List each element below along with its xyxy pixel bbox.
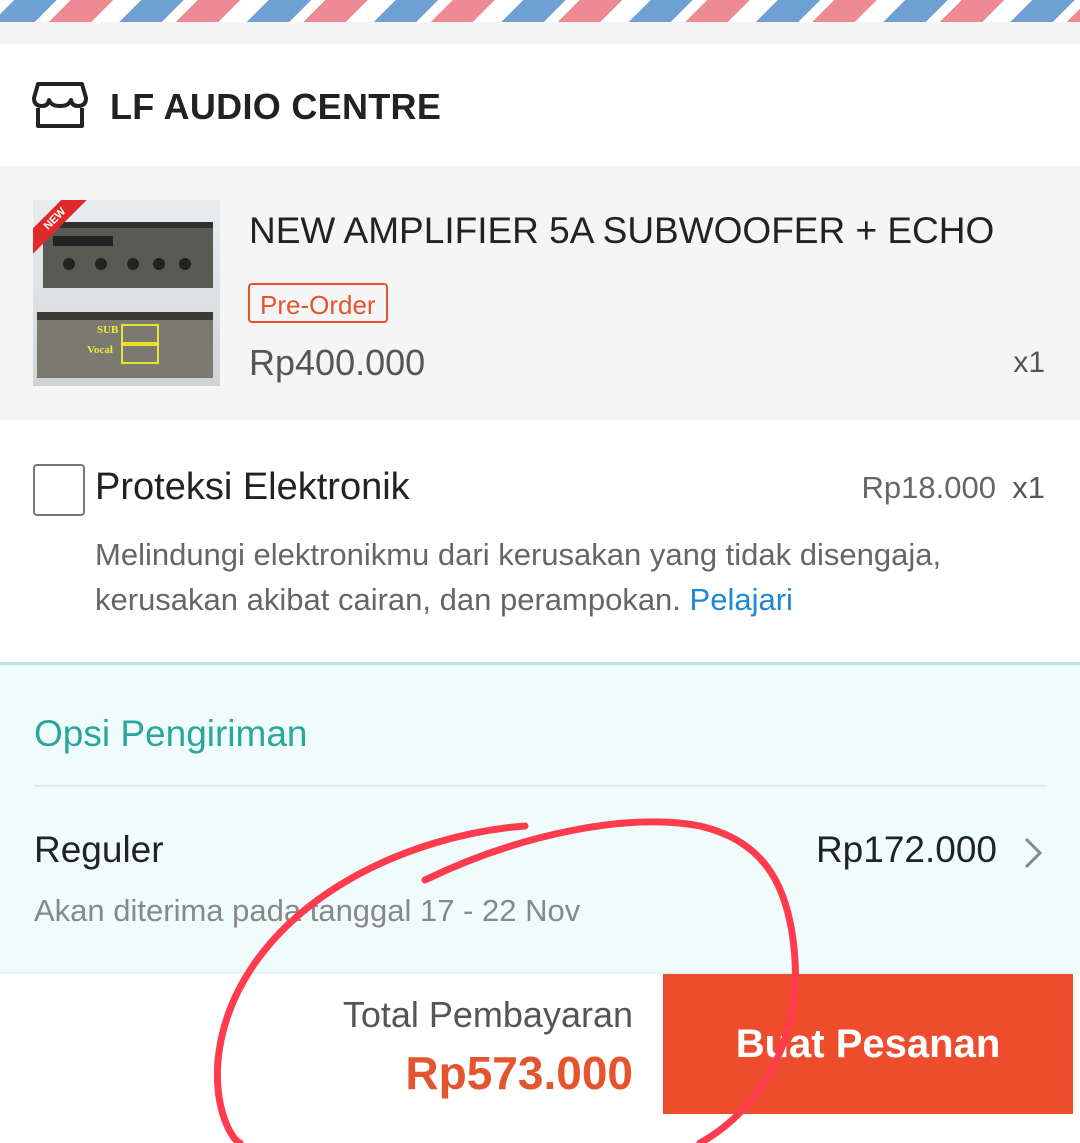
airmail-border <box>0 0 1080 22</box>
protection-option: Proteksi Elektronik Rp18.000 x1 Melindun… <box>0 420 1080 662</box>
amplifier-front-image <box>43 222 213 288</box>
thumbnail-sub-label: SUB <box>97 324 119 336</box>
shipping-price: Rp172.000 <box>815 829 997 870</box>
product-item[interactable]: SUB Vocal NEW NEW AMPLIFIER 5A SUBWOOFER… <box>0 166 1080 420</box>
protection-description: Melindungi elektronikmu dari kerusakan y… <box>95 532 1035 622</box>
protection-checkbox[interactable] <box>33 464 85 516</box>
shipping-method: Reguler <box>34 829 164 870</box>
protection-title: Proteksi Elektronik <box>95 466 410 508</box>
preorder-badge: Pre-Order <box>248 283 388 323</box>
total-label: Total Pembayaran <box>342 994 633 1035</box>
shop-icon <box>32 82 88 128</box>
divider <box>34 785 1047 787</box>
amplifier-back-image: SUB Vocal <box>37 312 213 378</box>
product-thumbnail: SUB Vocal NEW <box>33 200 220 386</box>
chevron-right-icon <box>1024 837 1043 869</box>
shipping-section: Opsi Pengiriman Reguler Rp172.000 Akan d… <box>0 662 1080 977</box>
delivery-estimate: Akan diterima pada tanggal 17 - 22 Nov <box>34 893 581 928</box>
shop-name: LF AUDIO CENTRE <box>110 86 442 127</box>
shipping-heading: Opsi Pengiriman <box>34 713 308 754</box>
checkout-footer: Total Pembayaran Rp573.000 Buat Pesanan <box>0 974 1080 1143</box>
shop-header[interactable]: LF AUDIO CENTRE <box>0 44 1080 166</box>
protection-quantity: x1 <box>1012 470 1045 505</box>
product-quantity: x1 <box>1013 346 1045 379</box>
thumbnail-vocal-label: Vocal <box>87 344 113 356</box>
product-title: NEW AMPLIFIER 5A SUBWOOFER + ECHO <box>249 210 995 251</box>
total-amount: Rp573.000 <box>405 1047 633 1099</box>
protection-description-text: Melindungi elektronikmu dari kerusakan y… <box>95 537 942 617</box>
product-price: Rp400.000 <box>249 342 426 383</box>
learn-more-link[interactable]: Pelajari <box>690 582 793 617</box>
top-spacer <box>0 22 1080 44</box>
protection-price: Rp18.000 <box>861 470 996 505</box>
place-order-button[interactable]: Buat Pesanan <box>663 974 1073 1114</box>
